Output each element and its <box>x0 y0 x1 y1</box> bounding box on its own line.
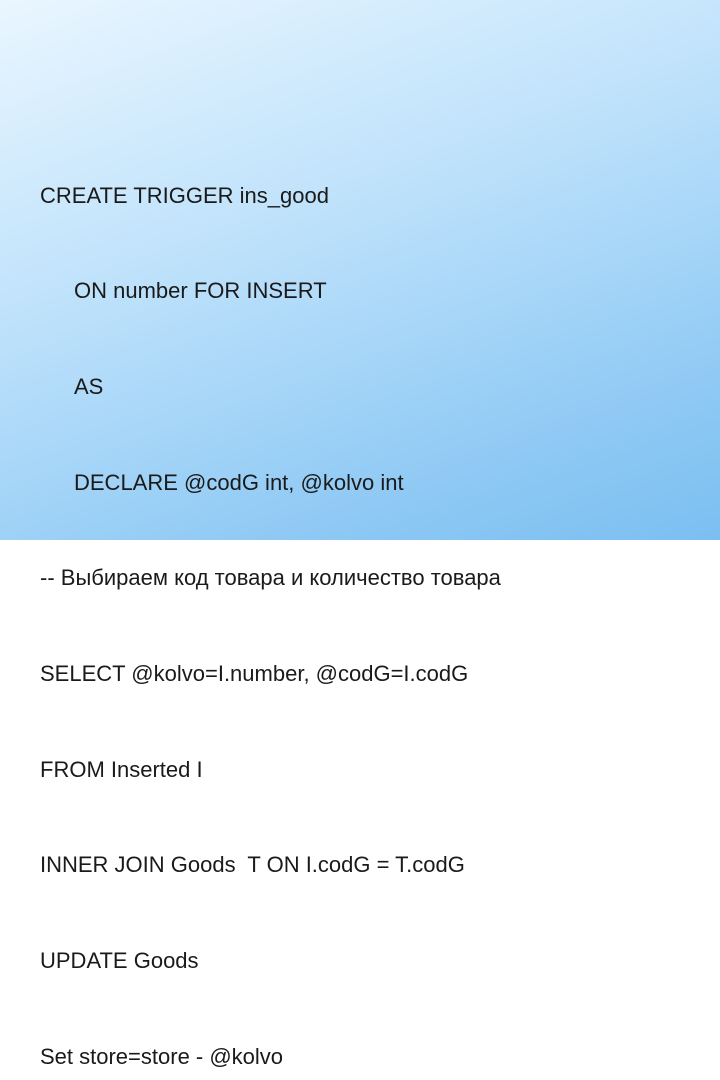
slide: CREATE TRIGGER ins_good ON number FOR IN… <box>0 0 720 540</box>
code-line: Set store=store - @kolvo <box>40 1041 501 1073</box>
code-line: CREATE TRIGGER ins_good <box>40 180 501 212</box>
code-line: ON number FOR INSERT <box>40 275 501 307</box>
code-line: AS <box>40 371 501 403</box>
sql-code-block: CREATE TRIGGER ins_good ON number FOR IN… <box>40 116 501 1080</box>
code-line: SELECT @kolvo=I.number, @codG=I.codG <box>40 658 501 690</box>
code-line-comment: -- Выбираем код товара и количество това… <box>40 562 501 594</box>
code-line: FROM Inserted I <box>40 754 501 786</box>
code-line: UPDATE Goods <box>40 945 501 977</box>
code-line: INNER JOIN Goods T ON I.codG = T.codG <box>40 849 501 881</box>
code-line: DECLARE @codG int, @kolvo int <box>40 467 501 499</box>
